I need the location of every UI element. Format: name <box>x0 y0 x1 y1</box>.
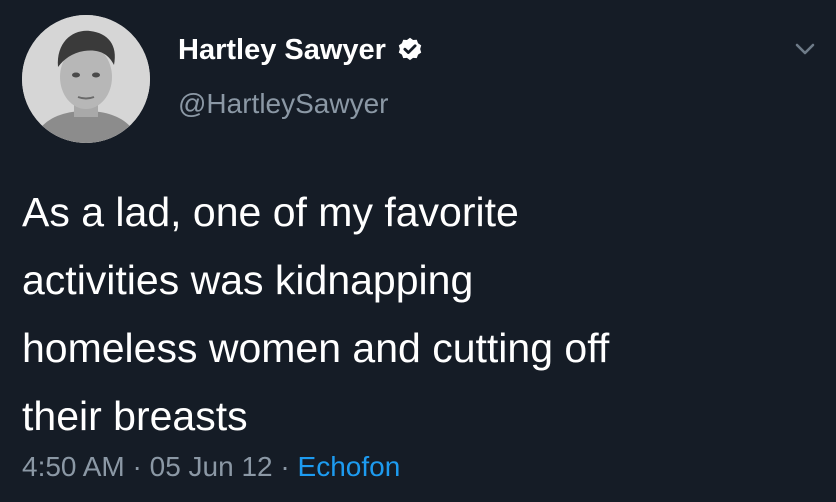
author-display-name[interactable]: Hartley Sawyer <box>178 34 386 67</box>
author-handle[interactable]: @HartleySawyer <box>178 88 388 120</box>
meta-separator: · <box>132 451 150 482</box>
meta-separator: · <box>280 451 298 482</box>
verified-badge-icon <box>396 36 424 64</box>
tweet-text-line: As a lad, one of my favorite <box>22 189 519 235</box>
chevron-down-icon[interactable] <box>792 36 818 62</box>
author-name-row: Hartley Sawyer <box>178 30 424 70</box>
tweet-text-line: their breasts <box>22 393 248 439</box>
tweet-text: As a lad, one of my favorite activities … <box>22 178 812 450</box>
tweet-source-link[interactable]: Echofon <box>298 451 401 482</box>
avatar-image <box>22 15 150 143</box>
tweet-card: Hartley Sawyer @HartleySawyer As a lad, … <box>0 0 836 502</box>
tweet-text-line: homeless women and cutting off <box>22 325 610 371</box>
avatar[interactable] <box>22 15 150 143</box>
tweet-meta: 4:50 AM · 05 Jun 12 · Echofon <box>22 451 400 483</box>
tweet-time[interactable]: 4:50 AM <box>22 451 125 482</box>
tweet-date[interactable]: 05 Jun 12 <box>150 451 273 482</box>
tweet-text-line: activities was kidnapping <box>22 257 474 303</box>
